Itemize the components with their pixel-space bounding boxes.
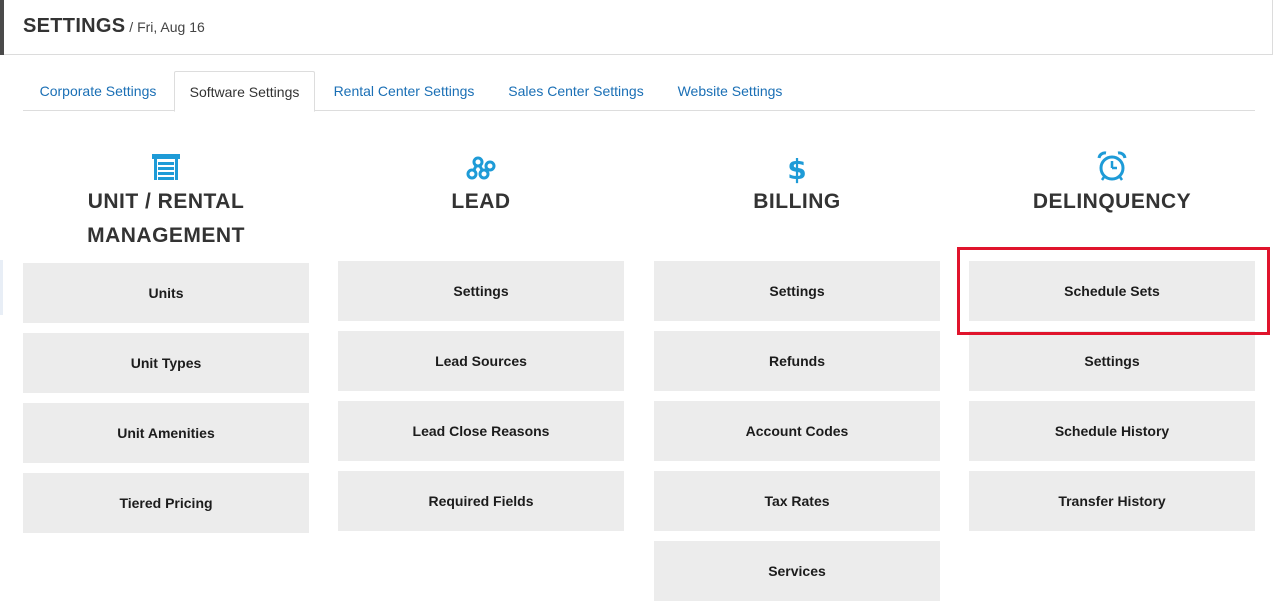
unit-rental-heading-line1: UNIT / RENTAL (87, 190, 245, 213)
schedule-sets-button[interactable]: Schedule Sets (969, 261, 1255, 321)
services-button[interactable]: Services (654, 541, 940, 601)
tiered-pricing-button[interactable]: Tiered Pricing (23, 473, 309, 533)
svg-text:$: $ (787, 153, 806, 184)
schedule-history-button[interactable]: Schedule History (969, 401, 1255, 461)
tab-corporate-settings[interactable]: Corporate Settings (23, 71, 173, 111)
lead-heading-text: LEAD (451, 190, 511, 213)
tab-website-settings[interactable]: Website Settings (659, 71, 801, 111)
page-header: SETTINGS / Fri, Aug 16 (0, 0, 1273, 55)
page-date: / Fri, Aug 16 (125, 19, 205, 35)
lead-heading: LEAD (338, 185, 624, 219)
account-codes-button[interactable]: Account Codes (654, 401, 940, 461)
page-title: SETTINGS / Fri, Aug 16 (23, 15, 205, 38)
tax-rates-button[interactable]: Tax Rates (654, 471, 940, 531)
settings-tabs: Corporate Settings Software Settings Ren… (23, 71, 1255, 112)
delinquency-heading: DELINQUENCY (969, 185, 1255, 219)
lead-sources-button[interactable]: Lead Sources (338, 331, 624, 391)
garage-door-icon (152, 154, 180, 180)
dollar-icon: $ (787, 153, 806, 184)
delinquency-heading-text: DELINQUENCY (1032, 190, 1192, 213)
alarm-clock-icon (1097, 151, 1127, 181)
billing-settings-button[interactable]: Settings (654, 261, 940, 321)
lead-close-reasons-button[interactable]: Lead Close Reasons (338, 401, 624, 461)
lead-settings-button[interactable]: Settings (338, 261, 624, 321)
billing-heading: BILLING (654, 185, 940, 219)
tab-software-settings[interactable]: Software Settings (174, 71, 315, 112)
unit-amenities-button[interactable]: Unit Amenities (23, 403, 309, 463)
tab-sales-center-settings[interactable]: Sales Center Settings (493, 71, 659, 111)
billing-heading-text: BILLING (753, 190, 841, 213)
units-button[interactable]: Units (23, 263, 309, 323)
unit-rental-heading-line2: MANAGEMENT (87, 224, 245, 247)
tab-rental-center-settings[interactable]: Rental Center Settings (315, 71, 493, 111)
transfer-history-button[interactable]: Transfer History (969, 471, 1255, 531)
refunds-button[interactable]: Refunds (654, 331, 940, 391)
scroll-indicator (0, 260, 3, 315)
header-accent-bar (0, 0, 4, 55)
page-title-text: SETTINGS (23, 15, 126, 37)
unit-types-button[interactable]: Unit Types (23, 333, 309, 393)
network-nodes-icon (466, 156, 496, 180)
required-fields-button[interactable]: Required Fields (338, 471, 624, 531)
delinquency-settings-button[interactable]: Settings (969, 331, 1255, 391)
unit-rental-heading: UNIT / RENTAL MANAGEMENT (23, 185, 309, 253)
